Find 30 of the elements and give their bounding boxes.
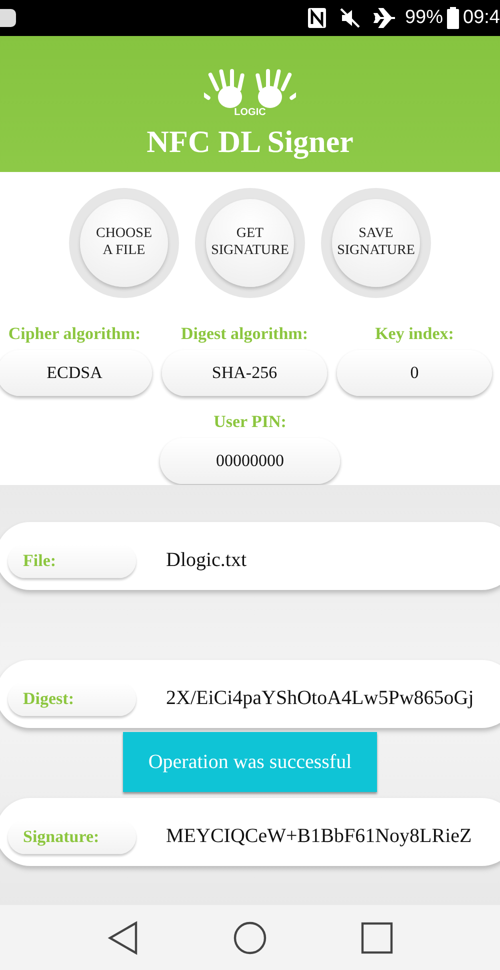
nfc-icon [306,7,327,29]
input-field[interactable]: SHA-256 [162,350,327,396]
result-value: 2X/EiCi4paYShOtoA4Lw5Pw865oGj [166,686,474,710]
field-label: User PIN: [212,412,288,432]
app-icon [0,9,16,27]
mute-icon [338,7,361,29]
input-field[interactable]: ECDSA [0,350,152,396]
field-label: Digest algorithm: [180,324,309,344]
result-value: Dlogic.txt [166,548,247,572]
clock: 09:4 [463,7,500,29]
action-button[interactable]: SAVE SIGNATURE [332,199,420,287]
battery-icon [447,7,460,29]
result-label: File: [8,544,136,578]
result-label: Digest: [8,682,136,716]
airplane-icon [372,7,397,29]
app-title: NFC DL Signer [146,124,354,160]
result-label: Signature: [8,820,136,854]
battery-percent: 99% [404,7,444,29]
back-icon[interactable] [107,920,139,954]
toast-message: Operation was successful [123,732,377,792]
action-button[interactable]: GET SIGNATURE [206,199,294,287]
pin-field[interactable]: 00000000 [160,438,340,484]
result-value: MEYCIQCeW+B1BbF61Noy8LRieZ [166,824,472,848]
action-button[interactable]: CHOOSE A FILE [80,199,168,287]
input-field[interactable]: 0 [337,350,492,396]
logo-text: LOGIC [234,107,266,118]
field-label: Key index: [374,324,455,344]
home-icon[interactable] [233,920,267,954]
recents-icon[interactable] [361,922,393,954]
field-label: Cipher algorithm: [7,324,142,344]
